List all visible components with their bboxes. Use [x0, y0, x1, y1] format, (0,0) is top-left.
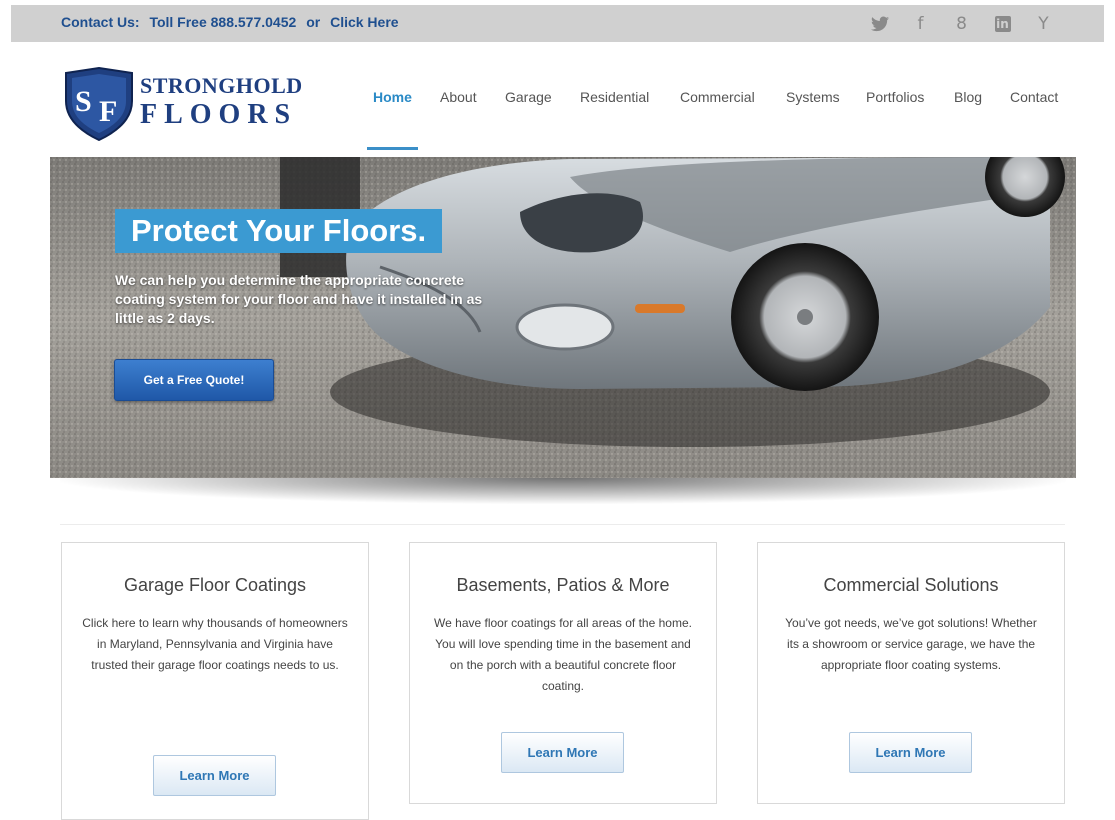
- feature-title: Garage Floor Coatings: [123, 575, 307, 595]
- page: Contact Us: Toll Free 888.577.0452 or Cl…: [0, 0, 1115, 820]
- svg-text:S: S: [75, 85, 92, 118]
- contact-phone[interactable]: Toll Free 888.577.0452: [149, 14, 296, 30]
- feature-card-basements: Basements, Patios & More We have floor c…: [409, 542, 717, 804]
- nav-item-systems[interactable]: Systems: [786, 89, 840, 105]
- contact-line: Contact Us: Toll Free 888.577.0452 or Cl…: [61, 14, 405, 30]
- nav-item-commercial[interactable]: Commercial: [680, 89, 755, 105]
- hero-shadow: [60, 478, 1066, 504]
- learn-more-button[interactable]: Learn More: [153, 755, 276, 796]
- feature-card-commercial: Commercial Solutions You’ve got needs, w…: [757, 542, 1065, 804]
- hero-subtext: We can help you determine the appropriat…: [115, 272, 483, 326]
- nav-item-home[interactable]: Home: [373, 89, 412, 105]
- learn-more-button[interactable]: Learn More: [501, 732, 624, 773]
- svg-text:F: F: [99, 95, 117, 128]
- main-nav: Home About Garage Residential Commercial…: [360, 89, 1075, 109]
- logo-word-floors: FLOORS: [140, 99, 298, 130]
- nav-item-garage[interactable]: Garage: [505, 89, 552, 105]
- free-quote-button[interactable]: Get a Free Quote!: [114, 359, 274, 401]
- nav-item-portfolios[interactable]: Portfolios: [866, 89, 924, 105]
- yelp-icon[interactable]: Y: [1023, 11, 1064, 37]
- site-logo[interactable]: S F STRONGHOLD FLOORS: [62, 67, 302, 141]
- shield-logo-icon: S F: [65, 67, 133, 141]
- feature-title: Commercial Solutions: [823, 575, 999, 595]
- learn-more-button[interactable]: Learn More: [849, 732, 972, 773]
- nav-item-residential[interactable]: Residential: [580, 89, 649, 105]
- hero-headline: Protect Your Floors.: [115, 209, 443, 253]
- contact-click-here-link[interactable]: Click Here: [330, 14, 398, 30]
- section-divider: [60, 524, 1065, 525]
- feature-title: Basements, Patios & More: [456, 575, 670, 595]
- feature-body: We have floor coatings for all areas of …: [434, 616, 692, 693]
- nav-item-contact[interactable]: Contact: [1010, 89, 1058, 105]
- nav-active-indicator: [367, 147, 418, 150]
- google-plus-icon[interactable]: 8: [941, 11, 982, 37]
- top-contact-bar: Contact Us: Toll Free 888.577.0452 or Cl…: [11, 5, 1104, 42]
- logo-word-stronghold: STRONGHOLD: [140, 73, 303, 98]
- nav-item-blog[interactable]: Blog: [954, 89, 982, 105]
- feature-body: Click here to learn why thousands of hom…: [82, 616, 348, 672]
- hero-banner: Protect Your Floors. We can help you det…: [50, 157, 1076, 478]
- linkedin-glyph: in: [994, 16, 1011, 32]
- social-links: f 8 in Y: [859, 11, 1064, 37]
- linkedin-icon[interactable]: in: [982, 11, 1023, 37]
- contact-or: or: [306, 14, 321, 30]
- contact-label: Contact Us:: [61, 14, 140, 30]
- facebook-icon[interactable]: f: [900, 11, 941, 37]
- twitter-icon[interactable]: [859, 11, 900, 37]
- feature-body: You’ve got needs, we’ve got solutions! W…: [785, 616, 1037, 672]
- nav-item-about[interactable]: About: [440, 89, 477, 105]
- feature-card-garage: Garage Floor Coatings Click here to lear…: [61, 542, 369, 820]
